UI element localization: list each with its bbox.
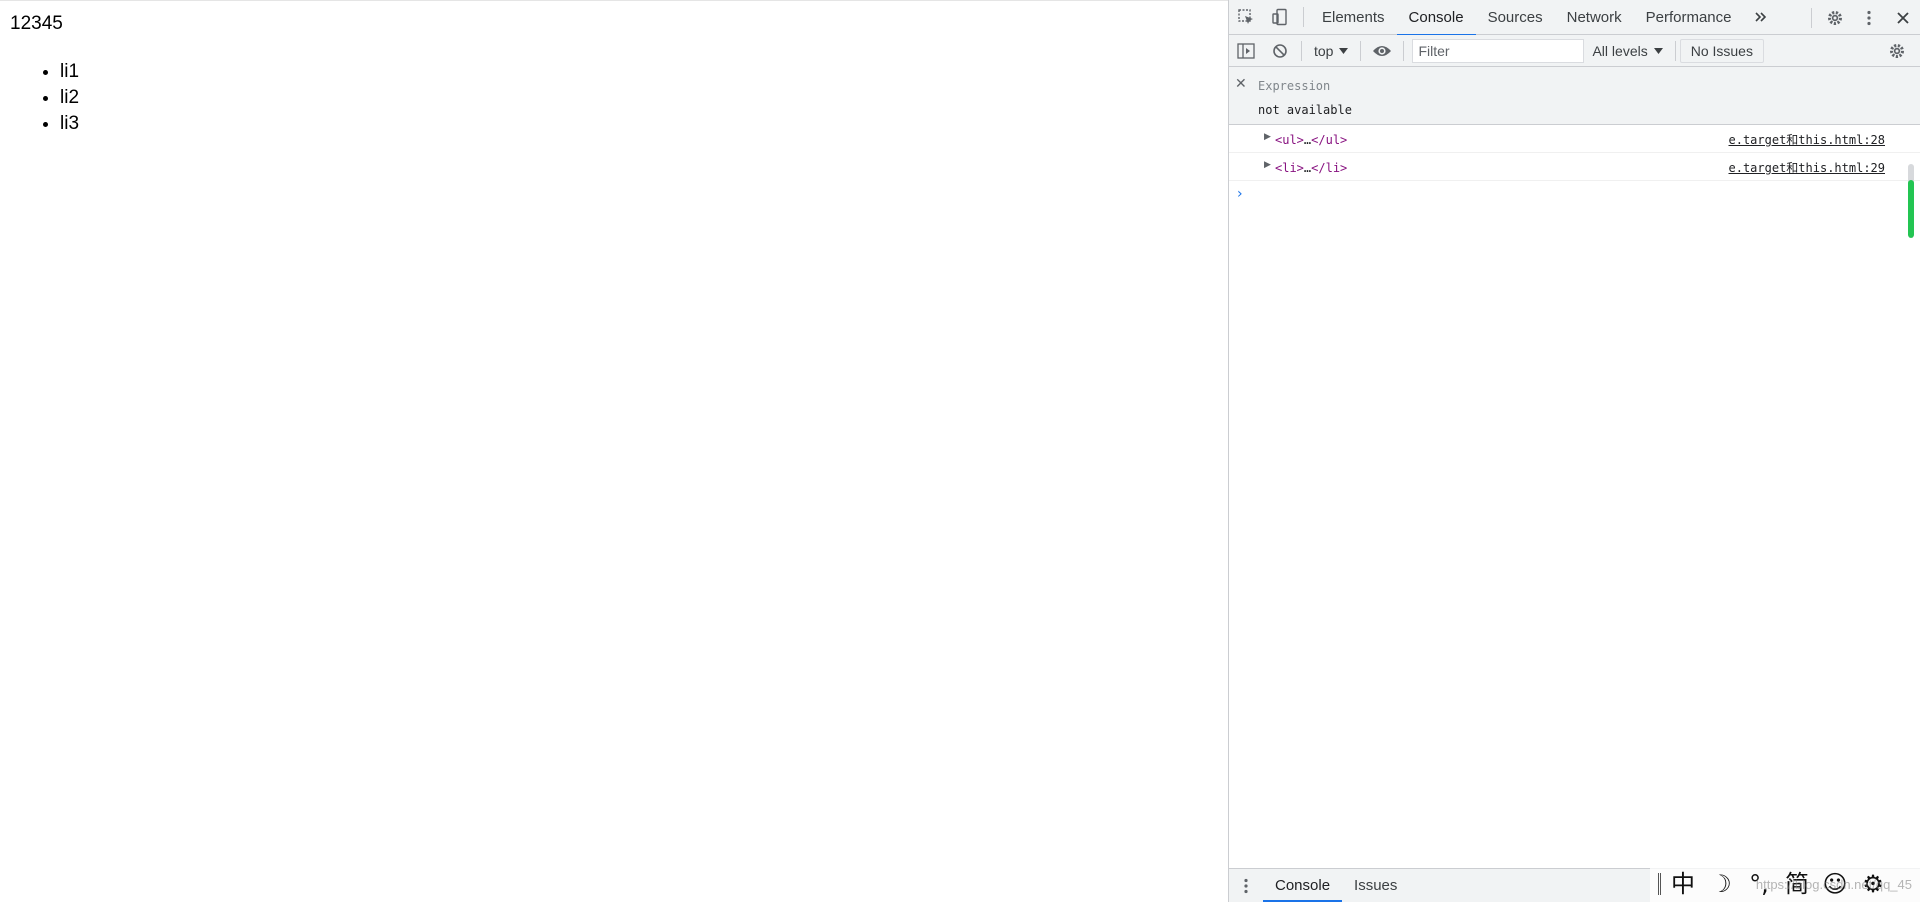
context-selector[interactable]: top: [1306, 43, 1356, 59]
close-expression-icon[interactable]: ✕: [1235, 75, 1247, 92]
toolbar-divider: [1303, 7, 1304, 27]
filter-input[interactable]: [1412, 38, 1585, 63]
tag-close: </li>: [1311, 161, 1348, 175]
tag-open: <li>: [1275, 161, 1304, 175]
chevron-double-right-icon[interactable]: [1744, 0, 1778, 34]
console-prompt[interactable]: ›: [1237, 186, 1243, 202]
scrollbar-thumb[interactable]: [1908, 180, 1914, 238]
web-page: 12345 li1 li2 li3: [0, 0, 1228, 902]
console-toolbar: top All levels No Issues: [1229, 35, 1920, 67]
devtools-tab-bar: Elements Console Sources Network Perform…: [1229, 0, 1920, 36]
element-node[interactable]: <ul>…</ul>: [1275, 133, 1347, 147]
ime-toolbar: 中 ☽ °, 简 ☺ ⚙ https://blog.csdn.net/qq_45: [1650, 866, 1920, 902]
ime-chinese-mode-icon[interactable]: 中: [1667, 866, 1699, 902]
tab-sources[interactable]: Sources: [1476, 0, 1555, 35]
expand-triangle-icon[interactable]: ▶: [1264, 160, 1271, 170]
toolbar-divider: [1403, 40, 1405, 61]
console-message: ▶ <ul>…</ul> e.target和this.html:28: [1229, 125, 1920, 153]
page-list: li1 li2 li3: [60, 59, 79, 137]
list-item: li3: [60, 111, 79, 137]
scrollbar[interactable]: [1908, 164, 1914, 238]
source-link[interactable]: e.target和this.html:29: [1729, 159, 1886, 176]
toolbar-divider: [1301, 40, 1302, 61]
tag-close: </ul>: [1311, 133, 1348, 147]
expression-value: not available: [1258, 103, 1352, 117]
ime-drag-handle[interactable]: [1658, 873, 1661, 895]
ime-moon-icon[interactable]: ☽: [1705, 866, 1737, 902]
context-label: top: [1314, 42, 1334, 59]
page-text: 12345: [10, 13, 63, 34]
issues-button[interactable]: No Issues: [1679, 38, 1764, 63]
expression-label[interactable]: Expression: [1258, 79, 1330, 93]
devtools-panel: Elements Console Sources Network Perform…: [1228, 0, 1920, 902]
toolbar-divider: [1811, 7, 1812, 28]
list-item: li1: [60, 59, 79, 85]
list-item: li2: [60, 85, 79, 111]
more-options-icon[interactable]: [1852, 1, 1886, 35]
dropdown-arrow-icon: [1653, 47, 1663, 54]
gear-icon[interactable]: [1818, 1, 1852, 35]
dropdown-arrow-icon: [1339, 47, 1349, 54]
toolbar-divider: [1674, 40, 1676, 61]
tab-console[interactable]: Console: [1396, 0, 1476, 36]
expand-triangle-icon[interactable]: ▶: [1264, 132, 1271, 142]
device-toolbar-icon[interactable]: [1263, 0, 1297, 34]
sidebar-toggle-icon[interactable]: [1229, 36, 1263, 66]
close-icon[interactable]: [1886, 1, 1920, 35]
tab-elements[interactable]: Elements: [1310, 0, 1397, 35]
console-settings-gear-icon[interactable]: [1880, 36, 1914, 66]
tab-network[interactable]: Network: [1555, 0, 1634, 35]
log-levels-label: All levels: [1592, 42, 1648, 59]
log-levels-dropdown[interactable]: All levels: [1584, 43, 1670, 59]
clear-console-icon[interactable]: [1263, 36, 1297, 66]
source-link[interactable]: e.target和this.html:28: [1729, 131, 1886, 148]
console-message: ▶ <li>…</li> e.target和this.html:29: [1229, 153, 1920, 181]
element-node[interactable]: <li>…</li>: [1275, 161, 1347, 175]
tab-performance[interactable]: Performance: [1634, 0, 1744, 35]
drawer-tab-issues[interactable]: Issues: [1342, 869, 1409, 902]
drawer-menu-icon[interactable]: [1229, 869, 1263, 902]
inspect-element-icon[interactable]: [1229, 0, 1263, 34]
tag-open: <ul>: [1275, 133, 1304, 147]
watermark: https://blog.csdn.net/qq_45: [1755, 877, 1912, 892]
drawer-tab-console[interactable]: Console: [1263, 869, 1343, 902]
live-expression: ✕ Expression not available: [1229, 67, 1920, 125]
eye-icon[interactable]: [1365, 36, 1399, 66]
toolbar-divider: [1360, 40, 1362, 61]
